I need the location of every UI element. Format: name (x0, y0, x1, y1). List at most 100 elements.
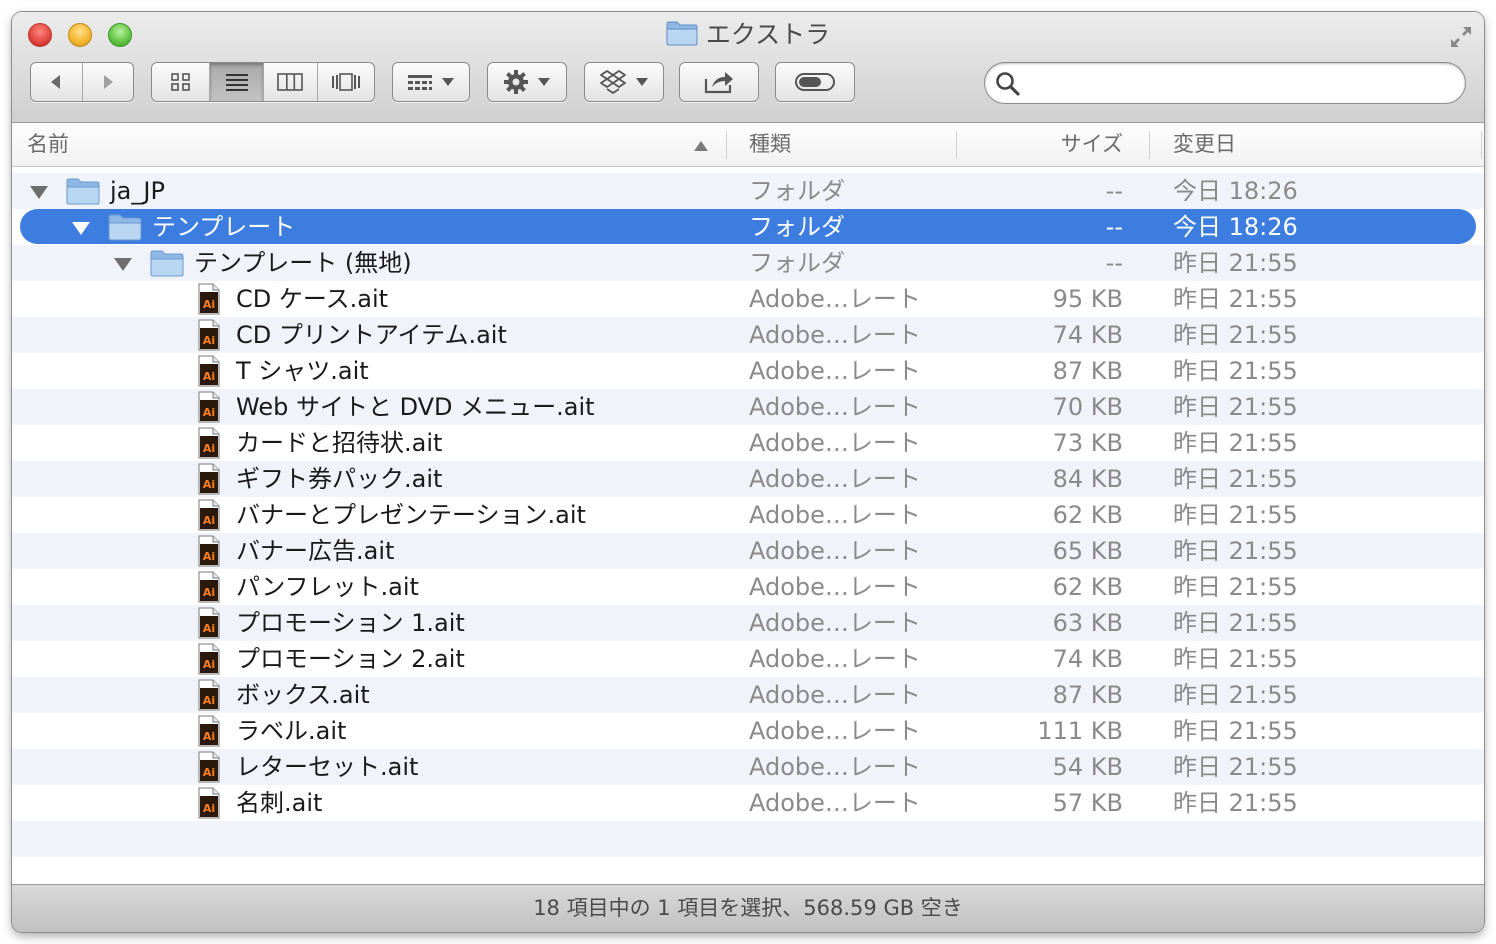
list-icon (225, 74, 248, 91)
list-view-button[interactable] (209, 63, 263, 101)
file-kind: Adobe…レート (749, 681, 921, 709)
file-row[interactable]: Ai バナー広告.ait Adobe…レート 65 KB 昨日 21:55 (12, 533, 1484, 569)
share-button[interactable] (679, 62, 759, 102)
svg-text:Ai: Ai (203, 442, 215, 455)
file-date: 今日 18:26 (1173, 177, 1298, 205)
toggle-icon (795, 73, 835, 91)
illustrator-file-icon: Ai (198, 283, 220, 315)
svg-text:Ai: Ai (203, 406, 215, 419)
column-divider[interactable] (956, 131, 957, 159)
file-date: 昨日 21:55 (1173, 609, 1298, 637)
chevron-down-icon (538, 78, 550, 86)
column-divider[interactable] (1149, 131, 1150, 159)
file-name: CD ケース.ait (236, 285, 389, 313)
file-name: テンプレート (無地) (194, 249, 412, 277)
file-row[interactable]: Ai CD プリントアイテム.ait Adobe…レート 74 KB 昨日 21:55 (12, 317, 1484, 353)
coverflow-icon (331, 73, 360, 91)
file-size: 87 KB (1052, 681, 1123, 709)
file-date: 昨日 21:55 (1173, 573, 1298, 601)
file-row[interactable]: Ai プロモーション 2.ait Adobe…レート 74 KB 昨日 21:55 (12, 641, 1484, 677)
file-date: 昨日 21:55 (1173, 537, 1298, 565)
svg-text:Ai: Ai (203, 586, 215, 599)
file-size: 87 KB (1052, 357, 1123, 385)
coverflow-view-button[interactable] (316, 63, 374, 101)
folder-icon (66, 177, 100, 205)
file-size: -- (1105, 249, 1123, 277)
file-row[interactable]: Ai パンフレット.ait Adobe…レート 62 KB 昨日 21:55 (12, 569, 1484, 605)
file-kind: Adobe…レート (749, 717, 921, 745)
illustrator-file-icon: Ai (198, 319, 220, 351)
folder-row[interactable]: テンプレート フォルダ -- 今日 18:26 (12, 209, 1484, 245)
file-kind: フォルダ (749, 213, 845, 241)
folder-icon (150, 249, 184, 277)
search-input[interactable] (1031, 69, 1455, 99)
file-kind: Adobe…レート (749, 501, 921, 529)
illustrator-file-icon: Ai (198, 787, 220, 819)
file-kind: Adobe…レート (749, 537, 921, 565)
back-button[interactable] (31, 63, 82, 101)
file-kind: Adobe…レート (749, 357, 921, 385)
file-size: 57 KB (1052, 789, 1123, 817)
file-size: 62 KB (1052, 501, 1123, 529)
column-divider[interactable] (726, 131, 727, 159)
columns-icon (277, 73, 304, 91)
disclosure-triangle-icon[interactable] (114, 258, 132, 271)
file-kind: Adobe…レート (749, 573, 921, 601)
file-name: CD プリントアイテム.ait (236, 321, 507, 349)
file-date: 昨日 21:55 (1173, 393, 1298, 421)
dropbox-icon (600, 70, 626, 94)
chevron-down-icon (442, 78, 454, 86)
arrange-button[interactable] (392, 62, 470, 102)
file-size: 74 KB (1052, 321, 1123, 349)
file-name: プロモーション 1.ait (236, 609, 465, 637)
file-size: 65 KB (1052, 537, 1123, 565)
file-list[interactable]: ja_JP フォルダ -- 今日 18:26 テンプレート フォルダ -- 今日 18:26 テ… (12, 173, 1484, 883)
folder-row[interactable]: ja_JP フォルダ -- 今日 18:26 (12, 173, 1484, 209)
disclosure-triangle-icon[interactable] (72, 222, 90, 235)
file-size: 73 KB (1052, 429, 1123, 457)
illustrator-file-icon: Ai (198, 499, 220, 531)
file-row[interactable]: Ai カードと招待状.ait Adobe…レート 73 KB 昨日 21:55 (12, 425, 1484, 461)
fullscreen-icon[interactable] (1448, 24, 1474, 50)
file-row[interactable]: Ai ギフト券パック.ait Adobe…レート 84 KB 昨日 21:55 (12, 461, 1484, 497)
column-date-label: 変更日 (1173, 132, 1236, 156)
illustrator-file-icon: Ai (198, 679, 220, 711)
file-row[interactable]: Ai ボックス.ait Adobe…レート 87 KB 昨日 21:55 (12, 677, 1484, 713)
illustrator-file-icon: Ai (198, 463, 220, 495)
file-name: バナーとプレゼンテーション.ait (236, 501, 586, 529)
share-icon (704, 72, 733, 94)
file-row[interactable]: Ai レターセット.ait Adobe…レート 54 KB 昨日 21:55 (12, 749, 1484, 785)
forward-button[interactable] (81, 63, 133, 101)
finder-window: エクストラ 名前 種類 サイズ 変更日 ja_JP フォルダ -- 今日 18:… (12, 12, 1484, 932)
file-date: 昨日 21:55 (1173, 789, 1298, 817)
column-view-button[interactable] (262, 63, 317, 101)
file-row[interactable]: Ai Web サイトと DVD メニュー.ait Adobe…レート 70 KB 昨日 … (12, 389, 1484, 425)
file-row[interactable]: Ai T シャツ.ait Adobe…レート 87 KB 昨日 21:55 (12, 353, 1484, 389)
file-row[interactable]: Ai ラベル.ait Adobe…レート 111 KB 昨日 21:55 (12, 713, 1484, 749)
file-name: カードと招待状.ait (236, 429, 443, 457)
disclosure-triangle-icon[interactable] (30, 186, 48, 199)
dropbox-button[interactable] (584, 62, 664, 102)
chevron-down-icon (636, 78, 648, 86)
column-header-kind[interactable]: 種類 (749, 123, 791, 166)
column-header-name[interactable]: 名前 (27, 123, 69, 166)
action-button[interactable] (487, 62, 567, 102)
file-row[interactable]: Ai CD ケース.ait Adobe…レート 95 KB 昨日 21:55 (12, 281, 1484, 317)
icon-view-button[interactable] (152, 63, 209, 101)
toggle-button[interactable] (775, 62, 855, 102)
file-date: 昨日 21:55 (1173, 501, 1298, 529)
svg-text:Ai: Ai (203, 550, 215, 563)
folder-row[interactable]: テンプレート (無地) フォルダ -- 昨日 21:55 (12, 245, 1484, 281)
window-title: エクストラ (12, 20, 1484, 53)
file-date: 昨日 21:55 (1173, 681, 1298, 709)
file-row[interactable]: Ai 名刺.ait Adobe…レート 57 KB 昨日 21:55 (12, 785, 1484, 821)
file-name: パンフレット.ait (236, 573, 419, 601)
file-row[interactable]: Ai バナーとプレゼンテーション.ait Adobe…レート 62 KB 昨日 21:5… (12, 497, 1484, 533)
search-icon (995, 71, 1021, 101)
column-header-date[interactable]: 変更日 (1173, 123, 1236, 166)
column-header-size[interactable]: サイズ (962, 123, 1123, 166)
file-row[interactable]: Ai プロモーション 1.ait Adobe…レート 63 KB 昨日 21:55 (12, 605, 1484, 641)
search-field[interactable] (984, 62, 1466, 104)
view-mode-control (151, 62, 375, 102)
svg-text:Ai: Ai (203, 622, 215, 635)
